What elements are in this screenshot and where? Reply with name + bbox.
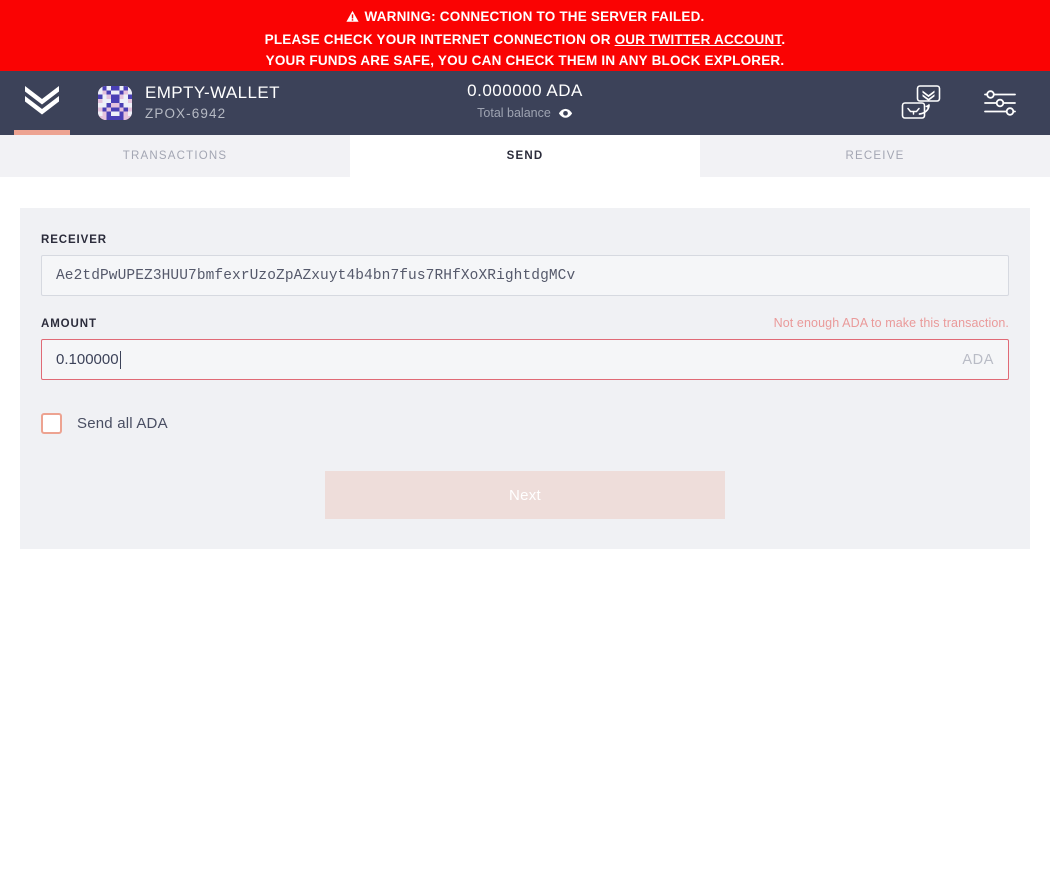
total-balance-label: Total balance: [477, 106, 551, 120]
warning-text-2-post: .: [781, 31, 786, 47]
warning-line-2: PLEASE CHECK YOUR INTERNET CONNECTION OR…: [265, 29, 786, 50]
submit-row: Next: [41, 471, 1009, 519]
wallet-name: EMPTY-WALLET: [145, 83, 280, 102]
receiver-field-block: RECEIVER: [41, 234, 1009, 296]
send-all-checkbox[interactable]: [41, 413, 62, 434]
amount-error-message: Not enough ADA to make this transaction.: [773, 316, 1009, 330]
warning-line-1: WARNING: CONNECTION TO THE SERVER FAILED…: [345, 6, 705, 29]
eye-icon[interactable]: [558, 108, 573, 119]
amount-unit-label: ADA: [962, 351, 994, 368]
warning-text-1: WARNING: CONNECTION TO THE SERVER FAILED…: [364, 8, 705, 24]
receiver-label: RECEIVER: [41, 234, 107, 246]
amount-field-block: AMOUNT Not enough ADA to make this trans…: [41, 316, 1009, 380]
text-caret: [119, 351, 121, 369]
wallet-tabs: TRANSACTIONS SEND RECEIVE: [0, 135, 1050, 177]
receiver-label-row: RECEIVER: [41, 234, 1009, 246]
tab-transactions[interactable]: TRANSACTIONS: [0, 135, 350, 177]
warning-text-2-pre: PLEASE CHECK YOUR INTERNET CONNECTION OR: [264, 31, 615, 47]
amount-label: AMOUNT: [41, 318, 97, 330]
warning-triangle-icon: [345, 8, 359, 29]
send-form-panel: RECEIVER AMOUNT Not enough ADA to make t…: [20, 208, 1030, 549]
app-topbar: EMPTY-WALLET ZPOX-6942 0.000000 ADA Tota…: [0, 71, 1050, 135]
total-balance-label-row: Total balance: [0, 104, 1050, 122]
send-all-label[interactable]: Send all ADA: [77, 415, 168, 432]
amount-label-row: AMOUNT Not enough ADA to make this trans…: [41, 316, 1009, 330]
send-page: RECEIVER AMOUNT Not enough ADA to make t…: [0, 177, 1050, 888]
server-connection-warning-banner: WARNING: CONNECTION TO THE SERVER FAILED…: [0, 0, 1050, 71]
next-button[interactable]: Next: [325, 471, 725, 519]
twitter-account-link[interactable]: OUR TWITTER ACCOUNT: [615, 32, 782, 47]
amount-input[interactable]: [42, 340, 963, 379]
tab-send[interactable]: SEND: [350, 135, 700, 177]
warning-line-3: YOUR FUNDS ARE SAFE, YOU CAN CHECK THEM …: [265, 52, 785, 68]
active-menu-indicator: [14, 130, 70, 135]
yoroi-logo-button[interactable]: [0, 71, 84, 135]
amount-input-wrapper: ADA: [41, 339, 1009, 380]
tab-receive[interactable]: RECEIVE: [700, 135, 1050, 177]
receiver-input[interactable]: [41, 255, 1009, 296]
send-all-row: Send all ADA: [41, 413, 1009, 434]
